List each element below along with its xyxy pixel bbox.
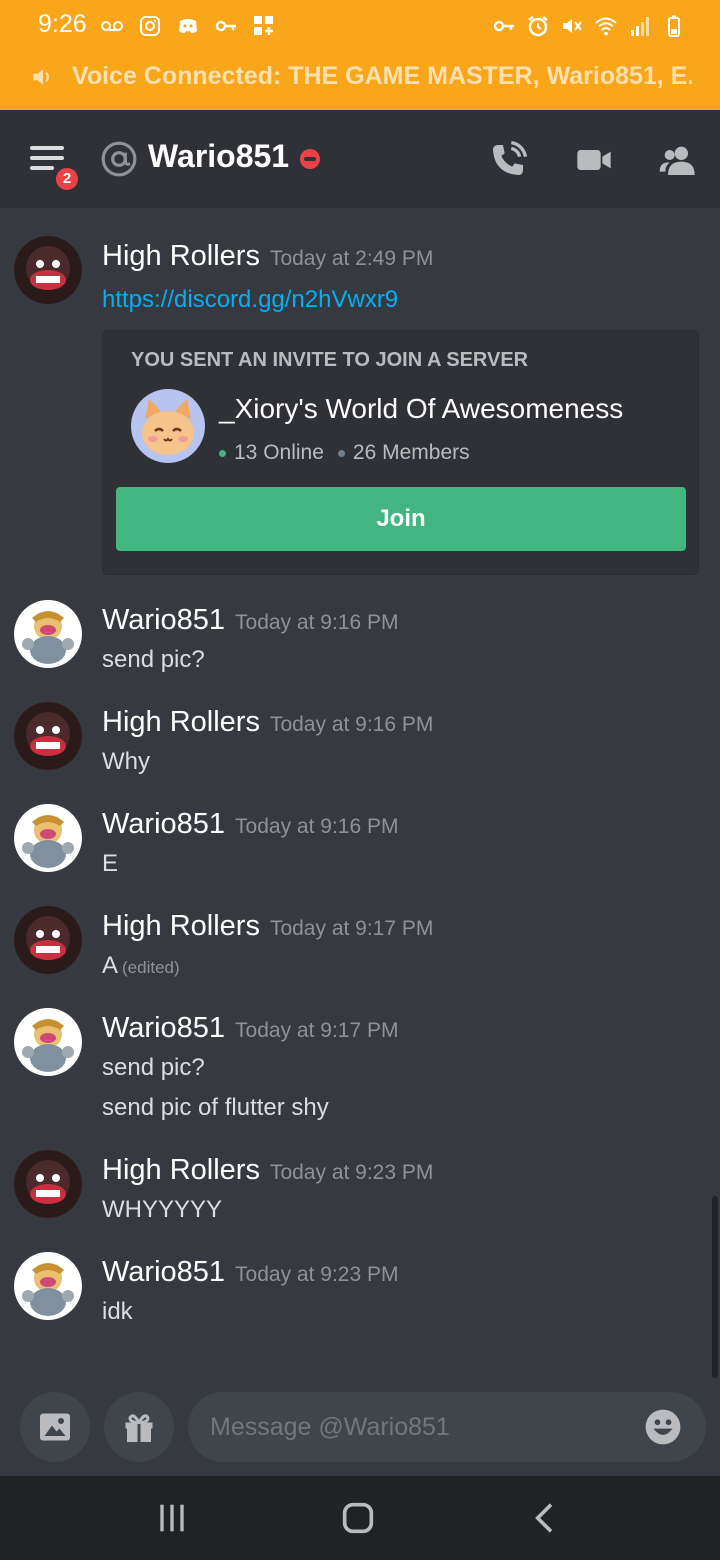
message-author[interactable]: Wario851 Today at 9:16 PM [102,604,398,637]
emoji-icon[interactable] [644,1408,682,1446]
instagram-icon [140,16,160,36]
avatar-wario851[interactable] [14,1252,82,1320]
message-timestamp: Today at 9:23 PM [235,1263,399,1286]
members-dot-icon [337,449,345,457]
wario-avatar-icon [14,1150,82,1218]
recent-apps-icon[interactable] [152,1498,192,1538]
message-timestamp: Today at 9:17 PM [269,917,434,940]
edited-label: (edited) [122,958,180,977]
at-icon [101,141,137,177]
voice-connected-text: Voice Connected: THE GAME MASTER, Wario8… [72,62,692,90]
gift-button[interactable] [104,1392,174,1462]
wario-avatar-icon [14,236,82,304]
cat-server-icon [131,389,205,463]
message-timestamp: Today at 9:17 PM [235,1019,399,1042]
invite-link[interactable]: https://discord.gg/n2hVwxr9 [102,286,398,314]
key-icon [215,20,236,32]
message-author[interactable]: Wario851 Today at 9:23 PM [102,1256,398,1289]
avatar-wario851[interactable] [14,804,82,872]
server-invite-card: YOU SENT AN INVITE TO JOIN A SERVER _Xio… [102,330,699,575]
status-time: 9:26 [38,10,87,38]
gift-icon [125,1414,153,1442]
member-count: 26 Members [352,441,470,464]
channel-header: 2 Wario851 [0,110,720,208]
wario-armor-avatar-icon [14,1008,82,1076]
voicemail-icon [101,21,123,31]
page-title: Wario851 [148,138,290,174]
status-icons-right [492,14,686,38]
avatar-high-rollers[interactable] [14,906,82,974]
wario-armor-avatar-icon [14,804,82,872]
wario-armor-avatar-icon [14,600,82,668]
apps-icon [254,16,273,35]
message-composer [0,1388,720,1476]
image-button[interactable] [20,1392,90,1462]
message-timestamp: Today at 9:23 PM [269,1161,434,1184]
call-icon[interactable] [488,140,528,180]
server-name: _Xiory's World Of Awesomeness [219,393,624,424]
status-icons-left [100,14,276,38]
avatar-high-rollers[interactable] [14,236,82,304]
message-text: send pic? [102,1054,205,1081]
signal-icon [631,17,649,36]
message-timestamp: Today at 9:16 PM [269,713,434,736]
wifi-icon [595,17,617,36]
battery-icon [668,15,680,37]
message-author[interactable]: High Rollers Today at 9:16 PM [102,706,433,739]
vpn-key-icon [493,20,514,32]
server-icon [131,389,205,463]
message-text: A (edited) [102,952,180,979]
mute-icon [563,19,582,33]
message-author[interactable]: High Rollers Today at 2:49 PM [102,240,433,273]
message-author[interactable]: Wario851 Today at 9:17 PM [102,1012,398,1045]
home-icon[interactable] [338,1498,378,1538]
message-list: High Rollers Today at 2:49 PM https://dis… [0,208,720,1388]
message-timestamp: Today at 9:16 PM [235,815,399,838]
online-dot-icon [219,449,226,457]
message-author[interactable]: High Rollers Today at 9:17 PM [102,910,433,943]
message-text: E [102,850,119,877]
message-text: send pic? [102,646,205,673]
image-icon [40,1413,70,1441]
avatar-wario851[interactable] [14,1008,82,1076]
wario-avatar-icon [14,906,82,974]
message-text: WHYYYYY [102,1196,223,1223]
discord-icon [179,19,197,34]
message-author[interactable]: Wario851 Today at 9:16 PM [102,808,398,841]
voice-connected-banner[interactable]: Voice Connected: THE GAME MASTER, Wario8… [30,62,692,91]
alarm-icon [528,16,548,37]
back-icon[interactable] [526,1498,566,1538]
online-count: 13 Online [234,441,324,464]
dnd-status-icon [300,149,320,169]
avatar-wario851[interactable] [14,600,82,668]
message-timestamp: Today at 9:16 PM [235,611,399,634]
message-author[interactable]: High Rollers Today at 9:23 PM [102,1154,433,1187]
wario-armor-avatar-icon [14,1252,82,1320]
join-button[interactable]: Join [116,487,686,551]
unread-badge: 2 [54,166,80,192]
avatar-high-rollers[interactable] [14,702,82,770]
message-text: send pic of flutter shy [102,1094,329,1121]
members-icon[interactable] [658,140,698,180]
invite-heading: YOU SENT AN INVITE TO JOIN A SERVER [131,349,529,371]
system-nav-bar [0,1476,720,1560]
scrollbar[interactable] [712,1196,718,1378]
video-icon[interactable] [574,140,614,180]
message-input[interactable] [188,1392,706,1462]
wario-avatar-icon [14,702,82,770]
status-bar: 9:26 Voice Connected: THE GAME MASTER, W… [0,0,720,110]
message-text: idk [102,1298,133,1325]
avatar-high-rollers[interactable] [14,1150,82,1218]
server-stats: 13 Online 26 Members [219,441,470,465]
speaker-icon [33,68,49,85]
message-text: Why [102,748,150,775]
message-timestamp: Today at 2:49 PM [269,247,434,270]
